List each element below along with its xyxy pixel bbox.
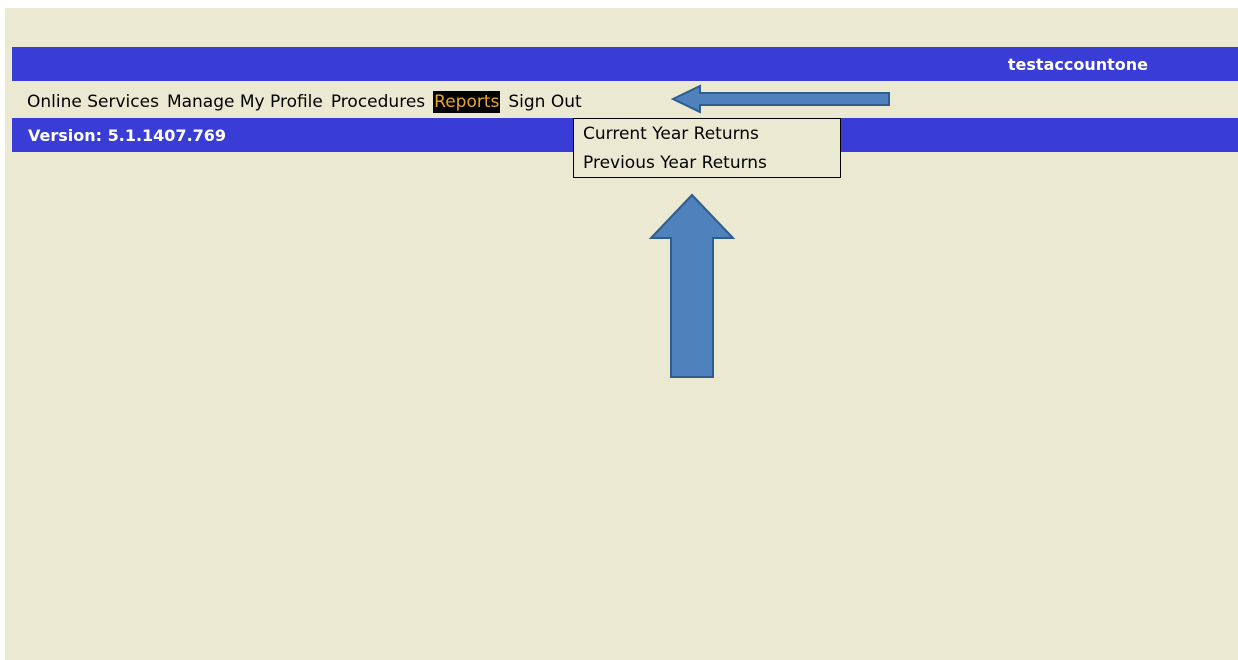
version-label: Version: 5.1.1407.769 [28,126,227,145]
menu-sign-out[interactable]: Sign Out [508,91,581,113]
menu-procedures[interactable]: Procedures [331,91,425,113]
dropdown-item-previous-year-returns[interactable]: Previous Year Returns [574,148,840,177]
menu-manage-my-profile[interactable]: Manage My Profile [167,91,323,113]
dropdown-item-current-year-returns[interactable]: Current Year Returns [574,119,840,148]
reports-dropdown: Current Year Returns Previous Year Retur… [573,118,841,178]
menu-online-services[interactable]: Online Services [27,91,159,113]
main-menu: Online Services Manage My Profile Proced… [27,90,590,114]
username-label: testaccountone [1007,55,1148,74]
user-header-bar: testaccountone [12,47,1238,81]
menu-reports[interactable]: Reports [433,91,501,113]
